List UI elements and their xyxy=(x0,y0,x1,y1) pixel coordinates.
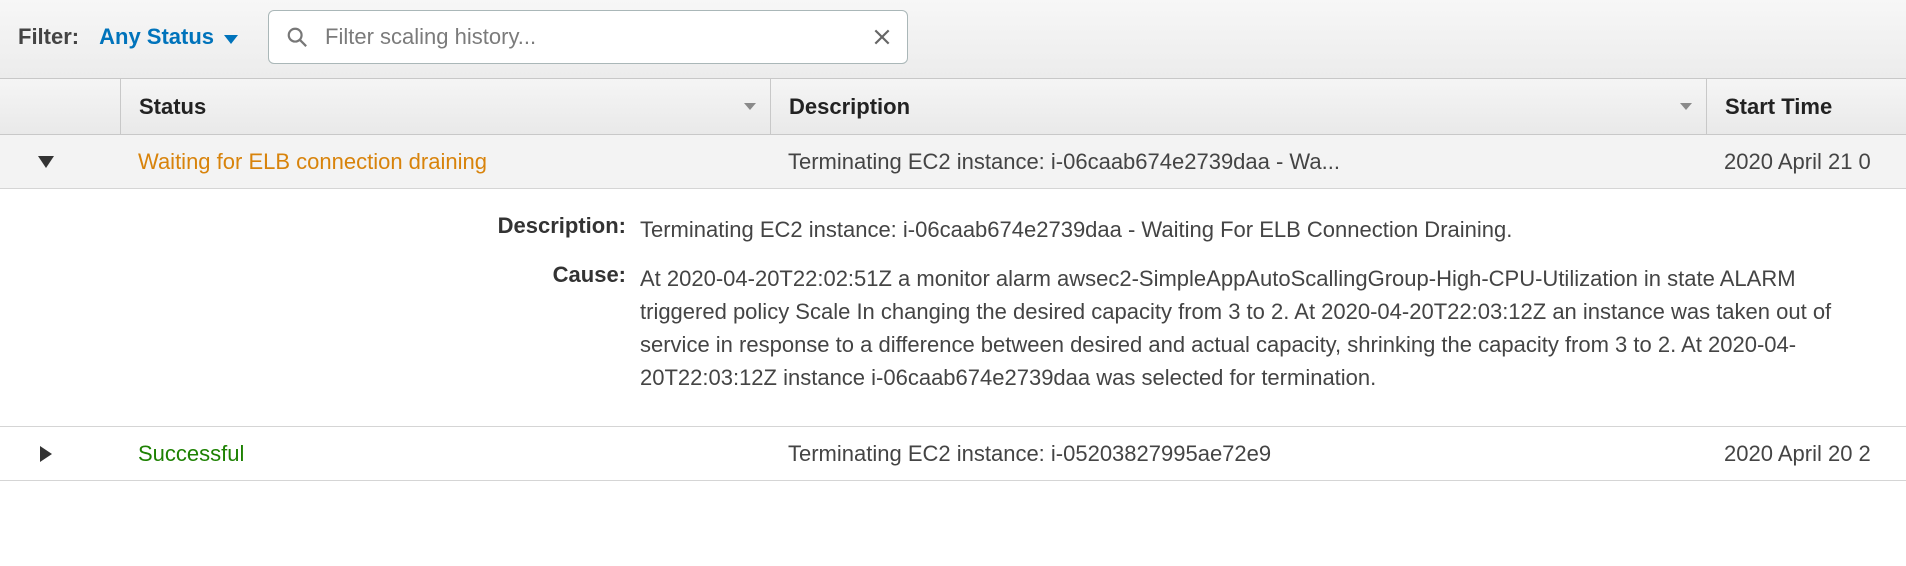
status-cell: Waiting for ELB connection draining xyxy=(120,137,770,187)
expand-toggle-icon[interactable] xyxy=(40,446,52,462)
filter-status-dropdown[interactable]: Any Status xyxy=(99,24,238,50)
expand-toggle-icon[interactable] xyxy=(38,156,54,168)
detail-cause-label: Cause: xyxy=(0,262,640,394)
filter-label: Filter: xyxy=(18,24,79,50)
column-status-label: Status xyxy=(139,94,206,120)
detail-description-label: Description: xyxy=(0,213,640,246)
search-wrap xyxy=(268,10,908,64)
table-row[interactable]: Waiting for ELB connection draining Term… xyxy=(0,135,1906,189)
detail-cause-value: At 2020-04-20T22:02:51Z a monitor alarm … xyxy=(640,262,1906,394)
start-time-cell: 2020 April 20 2 xyxy=(1706,429,1906,479)
column-expand xyxy=(0,79,120,134)
chevron-down-icon xyxy=(224,35,238,44)
description-cell: Terminating EC2 instance: i-06caab674e27… xyxy=(770,137,1706,187)
column-start-time[interactable]: Start Time xyxy=(1706,79,1906,134)
filter-status-value: Any Status xyxy=(99,24,214,50)
table-row[interactable]: Successful Terminating EC2 instance: i-0… xyxy=(0,427,1906,481)
status-cell: Successful xyxy=(120,429,770,479)
column-description[interactable]: Description xyxy=(770,79,1706,134)
detail-description-value: Terminating EC2 instance: i-06caab674e27… xyxy=(640,213,1906,246)
start-time-cell: 2020 April 21 0 xyxy=(1706,137,1906,187)
column-start-time-label: Start Time xyxy=(1725,94,1832,120)
column-status[interactable]: Status xyxy=(120,79,770,134)
filter-bar: Filter: Any Status xyxy=(0,0,1906,79)
column-description-label: Description xyxy=(789,94,910,120)
row-detail-panel: Description: Terminating EC2 instance: i… xyxy=(0,189,1906,427)
search-input[interactable] xyxy=(268,10,908,64)
chevron-down-icon xyxy=(1680,103,1692,110)
close-icon[interactable] xyxy=(872,27,892,47)
chevron-down-icon xyxy=(744,103,756,110)
table-header: Status Description Start Time xyxy=(0,79,1906,135)
description-cell: Terminating EC2 instance: i-05203827995a… xyxy=(770,429,1706,479)
